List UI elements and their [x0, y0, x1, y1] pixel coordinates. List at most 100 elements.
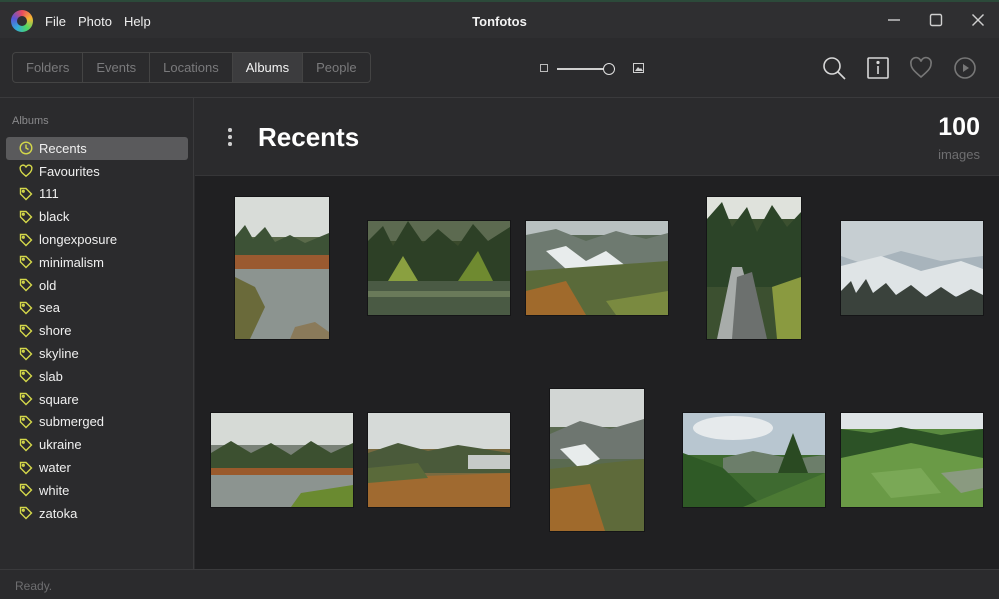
- sidebar-item-recents[interactable]: Recents: [6, 137, 188, 160]
- sidebar-item-label: old: [39, 277, 57, 293]
- sidebar-item-label: Recents: [39, 140, 87, 156]
- play-icon: [954, 57, 976, 79]
- photo-thumbnail[interactable]: [368, 413, 510, 507]
- sidebar-item-label: Favourites: [39, 163, 100, 179]
- heart-icon: [19, 164, 33, 178]
- more-options-icon[interactable]: [228, 128, 232, 146]
- large-image-icon: [633, 63, 644, 73]
- view-tabs: Folders Events Locations Albums People: [12, 52, 371, 83]
- tag-icon: [19, 438, 33, 452]
- minimize-icon: [888, 19, 900, 21]
- album-header: Recents 100 images: [195, 98, 999, 176]
- sidebar-item-label: black: [39, 209, 70, 225]
- search-button[interactable]: [822, 56, 846, 80]
- sidebar-item-111[interactable]: 111: [6, 183, 188, 206]
- tag-icon: [19, 324, 33, 338]
- tag-icon: [19, 392, 33, 406]
- sidebar-item-favourites[interactable]: Favourites: [6, 160, 188, 183]
- menu-file[interactable]: File: [45, 14, 66, 29]
- tag-icon: [19, 210, 33, 224]
- photo-thumbnail[interactable]: [841, 221, 983, 315]
- main-panel: Recents 100 images: [195, 98, 999, 569]
- sidebar-item-label: square: [39, 391, 79, 407]
- sidebar-item-square[interactable]: square: [6, 388, 188, 411]
- photo-thumbnail[interactable]: [550, 389, 644, 531]
- close-icon: [972, 14, 984, 26]
- menu-photo[interactable]: Photo: [78, 14, 112, 29]
- tag-icon: [19, 506, 33, 520]
- image-count-label: images: [938, 147, 980, 162]
- sidebar-item-longexposure[interactable]: longexposure: [6, 228, 188, 251]
- status-bar: Ready.: [0, 569, 999, 599]
- sidebar-item-sea[interactable]: sea: [6, 297, 188, 320]
- tab-people[interactable]: People: [303, 53, 369, 82]
- tag-icon: [19, 278, 33, 292]
- heart-icon: [910, 56, 932, 79]
- tag-icon: [19, 369, 33, 383]
- photo-thumbnail[interactable]: [211, 413, 353, 507]
- sidebar-item-label: 111: [39, 186, 59, 202]
- tag-icon: [19, 483, 33, 497]
- status-text: Ready.: [15, 579, 53, 593]
- sidebar-item-label: sea: [39, 300, 60, 316]
- photo-thumbnail[interactable]: [235, 197, 329, 339]
- photo-thumbnail[interactable]: [526, 221, 668, 315]
- sidebar-item-slab[interactable]: slab: [6, 365, 188, 388]
- sidebar-item-water[interactable]: water: [6, 456, 188, 479]
- photo-thumbnail[interactable]: [841, 413, 983, 507]
- sidebar-item-old[interactable]: old: [6, 274, 188, 297]
- search-icon: [823, 57, 846, 80]
- tab-locations[interactable]: Locations: [150, 53, 233, 82]
- photo-thumbnail[interactable]: [707, 197, 801, 339]
- sidebar-item-ukraine[interactable]: ukraine: [6, 433, 188, 456]
- app-logo-icon[interactable]: [11, 10, 33, 32]
- photo-thumbnail[interactable]: [683, 413, 825, 507]
- favourite-button[interactable]: [909, 56, 933, 80]
- small-image-icon: [540, 64, 548, 72]
- toolbar: Folders Events Locations Albums People: [0, 38, 999, 98]
- minimize-button[interactable]: [873, 2, 915, 38]
- window-controls: [873, 2, 999, 38]
- sidebar-item-black[interactable]: black: [6, 205, 188, 228]
- thumbnail-size-slider[interactable]: [540, 63, 644, 75]
- sidebar-item-label: minimalism: [39, 254, 104, 270]
- clock-icon: [19, 141, 33, 155]
- info-button[interactable]: [866, 56, 890, 80]
- page-title: Recents: [258, 122, 360, 152]
- title-bar: File Photo Help Tonfotos: [0, 0, 999, 38]
- sidebar-item-label: ukraine: [39, 437, 82, 453]
- tag-icon: [19, 233, 33, 247]
- maximize-icon: [929, 13, 943, 27]
- photo-thumbnail[interactable]: [368, 221, 510, 315]
- sidebar-header: Albums: [12, 115, 49, 127]
- sidebar-item-submerged[interactable]: submerged: [6, 411, 188, 434]
- sidebar-item-shore[interactable]: shore: [6, 319, 188, 342]
- sidebar-item-label: shore: [39, 323, 72, 339]
- sidebar-item-zatoka[interactable]: zatoka: [6, 502, 188, 525]
- sidebar-item-label: longexposure: [39, 232, 118, 248]
- sidebar-item-minimalism[interactable]: minimalism: [6, 251, 188, 274]
- maximize-button[interactable]: [915, 2, 957, 38]
- slider-handle[interactable]: [603, 63, 616, 75]
- slideshow-button[interactable]: [953, 56, 977, 80]
- tag-icon: [19, 301, 33, 315]
- tab-events[interactable]: Events: [83, 53, 151, 82]
- menu-bar: File Photo Help: [45, 14, 151, 29]
- tag-icon: [19, 415, 33, 429]
- tab-folders[interactable]: Folders: [13, 53, 84, 82]
- sidebar-item-label: submerged: [39, 414, 105, 430]
- menu-help[interactable]: Help: [124, 14, 151, 29]
- sidebar-item-skyline[interactable]: skyline: [6, 342, 188, 365]
- tab-albums[interactable]: Albums: [232, 53, 304, 82]
- tag-icon: [19, 347, 33, 361]
- tag-icon: [19, 461, 33, 475]
- sidebar-item-white[interactable]: white: [6, 479, 188, 502]
- info-icon: [867, 57, 889, 79]
- sidebar-item-label: skyline: [39, 346, 79, 362]
- tag-icon: [19, 255, 33, 269]
- close-button[interactable]: [957, 2, 999, 38]
- albums-sidebar: Albums Recents Favourites 111 black longexpo…: [0, 98, 194, 569]
- sidebar-item-label: slab: [39, 368, 63, 384]
- tag-icon: [19, 187, 33, 201]
- sidebar-item-label: water: [39, 460, 71, 476]
